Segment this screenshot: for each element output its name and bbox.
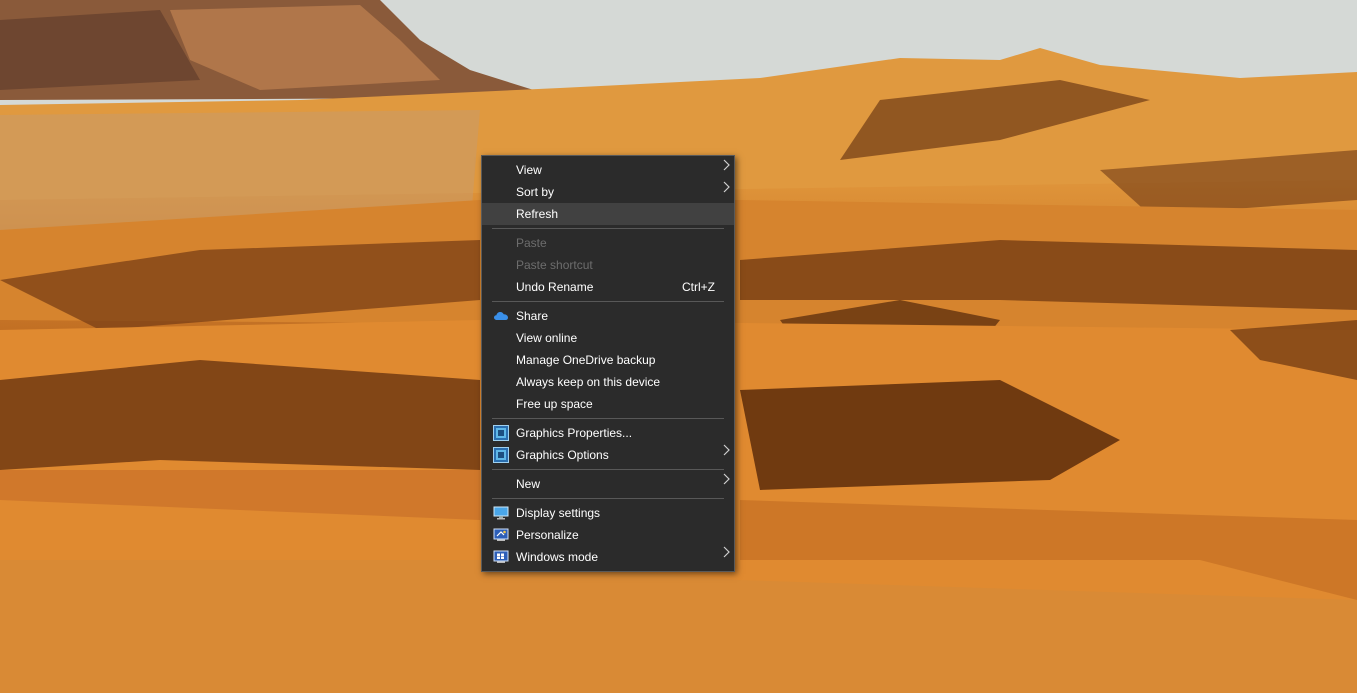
menu-item-label: Personalize (516, 528, 579, 542)
menu-item-new[interactable]: New (482, 473, 734, 495)
personalize-icon (493, 527, 509, 543)
intel-graphics-icon (493, 447, 509, 463)
menu-item-view[interactable]: View (482, 159, 734, 181)
menu-item-label: Windows mode (516, 550, 599, 564)
menu-item-free-up-space[interactable]: Free up space (482, 393, 734, 415)
menu-item-view-online[interactable]: View online (482, 327, 734, 349)
display-monitor-icon (493, 505, 509, 521)
menu-item-label: Undo Rename (516, 280, 594, 294)
menu-item-label: Graphics Options (516, 448, 609, 462)
menu-item-graphics-properties[interactable]: Graphics Properties... (482, 422, 734, 444)
menu-item-graphics-options[interactable]: Graphics Options (482, 444, 734, 466)
menu-item-label: New (516, 477, 541, 491)
context-menu: View Sort by Refresh Paste Paste shortcu… (481, 155, 735, 572)
menu-item-label: Share (516, 309, 549, 323)
menu-item-label: Always keep on this device (516, 375, 661, 389)
menu-item-label: Paste shortcut (516, 258, 593, 272)
menu-item-sort-by[interactable]: Sort by (482, 181, 734, 203)
menu-separator (492, 418, 724, 419)
menu-item-manage-onedrive-backup[interactable]: Manage OneDrive backup (482, 349, 734, 371)
menu-item-label: Refresh (516, 207, 559, 221)
menu-item-display-settings[interactable]: Display settings (482, 502, 734, 524)
menu-item-label: Paste (516, 236, 547, 250)
menu-item-always-keep[interactable]: Always keep on this device (482, 371, 734, 393)
desktop-wallpaper[interactable]: View Sort by Refresh Paste Paste shortcu… (0, 0, 1357, 693)
menu-item-personalize[interactable]: Personalize (482, 524, 734, 546)
menu-item-paste[interactable]: Paste (482, 232, 734, 254)
menu-item-label: Graphics Properties... (516, 426, 633, 440)
menu-item-label: Display settings (516, 506, 601, 520)
intel-graphics-icon (493, 425, 509, 441)
menu-item-undo-rename[interactable]: Undo Rename Ctrl+Z (482, 276, 734, 298)
menu-item-paste-shortcut[interactable]: Paste shortcut (482, 254, 734, 276)
menu-item-windows-mode[interactable]: Windows mode (482, 546, 734, 568)
onedrive-cloud-icon (493, 308, 509, 324)
menu-item-label: Sort by (516, 185, 555, 199)
menu-separator (492, 228, 724, 229)
menu-item-label: Manage OneDrive backup (516, 353, 656, 367)
menu-item-label: View online (516, 331, 578, 345)
menu-separator (492, 498, 724, 499)
menu-separator (492, 301, 724, 302)
menu-item-share[interactable]: Share (482, 305, 734, 327)
menu-item-label: View (516, 163, 542, 177)
menu-item-refresh[interactable]: Refresh (482, 203, 734, 225)
menu-item-label: Free up space (516, 397, 593, 411)
windows-mode-icon (493, 549, 509, 565)
menu-separator (492, 469, 724, 470)
keyboard-shortcut: Ctrl+Z (682, 280, 715, 294)
